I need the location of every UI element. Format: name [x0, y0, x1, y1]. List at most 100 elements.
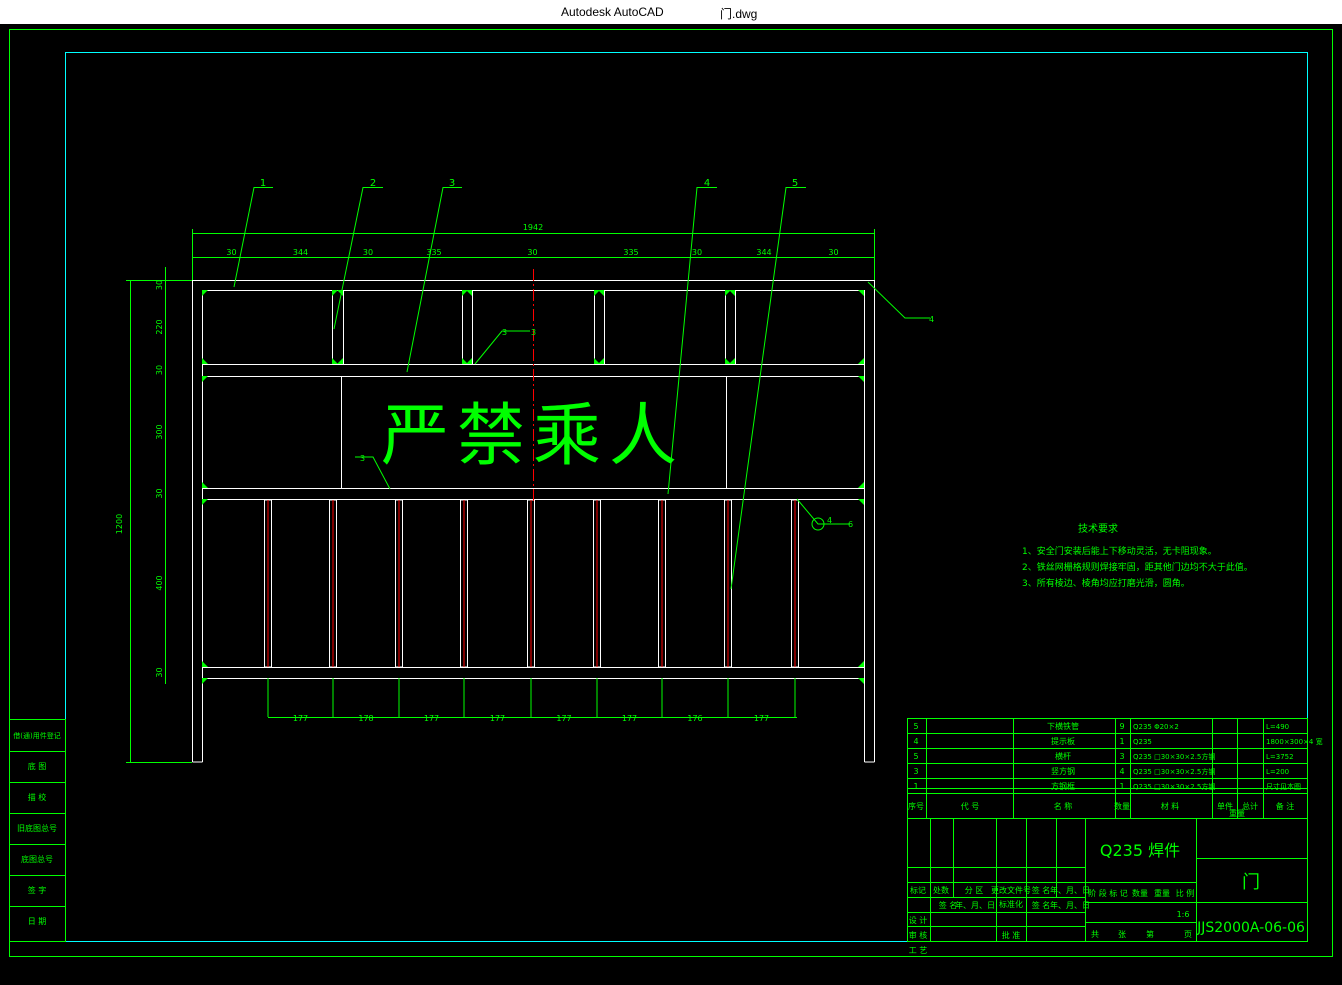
dim-left-value: 30	[155, 488, 164, 498]
tech-req-title: 技术要求	[1078, 522, 1118, 535]
weld-corner	[202, 358, 208, 364]
bom-spec: Q235 Φ20×2	[1133, 723, 1179, 731]
bom-qty: 4	[1119, 767, 1124, 776]
left-strip-label: 底 图	[28, 761, 47, 771]
file-name: 门.dwg	[720, 7, 758, 21]
dim-top-value: 30	[527, 248, 537, 257]
weld-symbol-number: 3	[360, 454, 365, 463]
weld-corner	[858, 661, 864, 667]
slogan-text: 严禁乘人	[381, 397, 685, 476]
bom-note: L=3752	[1266, 753, 1294, 761]
dim-overall-height: 1200	[115, 514, 124, 534]
bom-weight-label: 重量	[1229, 808, 1245, 818]
dim-left-value: 400	[155, 575, 164, 590]
bom-header-cell: 材 料	[1161, 801, 1180, 811]
dim-left-value: 30	[155, 667, 164, 677]
weld-symbol-number: 3	[531, 328, 536, 337]
weld-corner	[858, 376, 864, 382]
weld-corner	[729, 290, 735, 296]
dim-bottom-value: 176	[687, 714, 702, 723]
tb-label: 签 名	[1032, 885, 1051, 895]
dim-bottom-value: 177	[556, 714, 571, 723]
tech-requirements: 技术要求 1、安全门安装后能上下移动灵活，无卡阻现象。 2、铁丝网栅格规则焊接牢…	[1022, 522, 1253, 589]
tb-person-label: 设 计	[909, 915, 928, 925]
weld-corner	[466, 290, 472, 296]
weld-corner	[598, 358, 604, 364]
bom-header-cell: 序号	[908, 801, 924, 811]
bom-no: 3	[913, 767, 918, 776]
weld-corner	[202, 290, 208, 296]
tb-label: 签 名	[1032, 900, 1051, 910]
leader-lines	[233, 187, 930, 590]
weld-symbol-number: 4	[827, 516, 832, 525]
bom-name: 提示板	[1051, 736, 1075, 746]
bom-spec: Q235	[1133, 738, 1152, 746]
weld-corner	[466, 358, 472, 364]
bom-qty: 9	[1119, 722, 1124, 731]
weld-symbol-number: 6	[848, 520, 853, 529]
tb-sheet-label: 页	[1184, 930, 1192, 939]
callout-number: 1	[260, 178, 266, 189]
tb-stage-label: 重量	[1154, 888, 1170, 898]
dim-top-value: 344	[756, 248, 771, 257]
bom-qty: 3	[1119, 752, 1124, 761]
tb-standard: 标准化	[999, 899, 1023, 909]
left-strip-label: 底图总号	[21, 854, 53, 864]
material-label: Q235 焊件	[1100, 841, 1180, 860]
callout-number: 5	[792, 178, 798, 189]
weld-corner	[337, 358, 343, 364]
left-strip-label: 旧底图总号	[17, 823, 57, 833]
tb-stage-label: 数量	[1132, 888, 1148, 898]
callout-number: 2	[370, 178, 376, 189]
bom-name: 方钢框	[1051, 781, 1075, 791]
tech-req-line-1: 1、安全门安装后能上下移动灵活，无卡阻现象。	[1022, 545, 1217, 557]
weld-corner	[332, 358, 338, 364]
title-block-text: Q235 焊件 门 JJS2000A-06-06 1:6	[1100, 841, 1305, 936]
dim-bottom-value: 177	[293, 714, 308, 723]
dim-bottom-value: 177	[754, 714, 769, 723]
weld-corner	[729, 358, 735, 364]
bom-spec: Q235 □30×30×2.5方钢	[1133, 752, 1215, 761]
dim-left-value: 220	[155, 319, 164, 334]
dim-bottom-value: 177	[490, 714, 505, 723]
tb-sheet-label: 张	[1118, 930, 1126, 939]
left-strip-label: 借(通)用件登记	[13, 731, 60, 740]
weld-corner	[858, 678, 864, 684]
dim-left-value: 30	[155, 280, 164, 290]
app-title: Autodesk AutoCAD	[561, 5, 664, 19]
bom-header-cell: 名 称	[1054, 801, 1073, 811]
tb-label: 更改文件号	[991, 885, 1031, 895]
drawing-canvas[interactable]: 1942 1200 30 344 30 335 30 335 30 344 30 177 178 17…	[0, 24, 1342, 981]
drawing-number: JJS2000A-06-06	[1196, 920, 1305, 936]
dim-top-value: 30	[828, 248, 838, 257]
bom-note: L=200	[1266, 768, 1289, 776]
tb-sheet-label: 第	[1146, 929, 1154, 939]
tb-person-label: 审 核	[909, 930, 928, 940]
part-name: 门	[1242, 872, 1260, 893]
cad-drawing[interactable]: 1942 1200 30 344 30 335 30 335 30 344 30177 178 17…	[0, 24, 1342, 981]
dim-top-value: 335	[623, 248, 638, 257]
dim-top-value: 344	[293, 248, 308, 257]
weld-corner	[202, 376, 208, 382]
tb-stage-label: 比 例	[1176, 888, 1195, 898]
bom-qty: 1	[1119, 782, 1124, 791]
dimension-values: 30 344 30 335 30 335 30 344 30 177 178 177 177 177 177…	[155, 248, 839, 723]
bom-no: 4	[913, 737, 918, 746]
callout-number: 4	[704, 178, 710, 189]
title-block-labels: 标记 处数分 区更改文件号签 名年、月、日签 名年、月、日签 名年、月、日阶 段 …	[909, 885, 1195, 955]
tb-label: 年、月、日	[955, 900, 995, 910]
bom-name: 下横铁管	[1047, 721, 1079, 731]
weld-corner	[598, 290, 604, 296]
bom-header-cell: 数量	[1114, 801, 1130, 811]
left-strip-text: 借(通)用件登记底 图描 校旧底图总号底图总号签 字日 期	[13, 731, 60, 926]
tb-person-label: 工 艺	[909, 946, 928, 955]
tb-label: 标记	[910, 885, 926, 895]
dim-top-value: 30	[226, 248, 236, 257]
dim-bottom-value: 177	[424, 714, 439, 723]
dim-top-value: 30	[692, 248, 702, 257]
left-strip-label: 日 期	[28, 917, 47, 926]
dim-top-value: 335	[426, 248, 441, 257]
bom-header-cell: 代 号	[961, 801, 980, 811]
lower-pickets	[264, 499, 799, 717]
bom-header-cell: 备 注	[1276, 801, 1295, 811]
